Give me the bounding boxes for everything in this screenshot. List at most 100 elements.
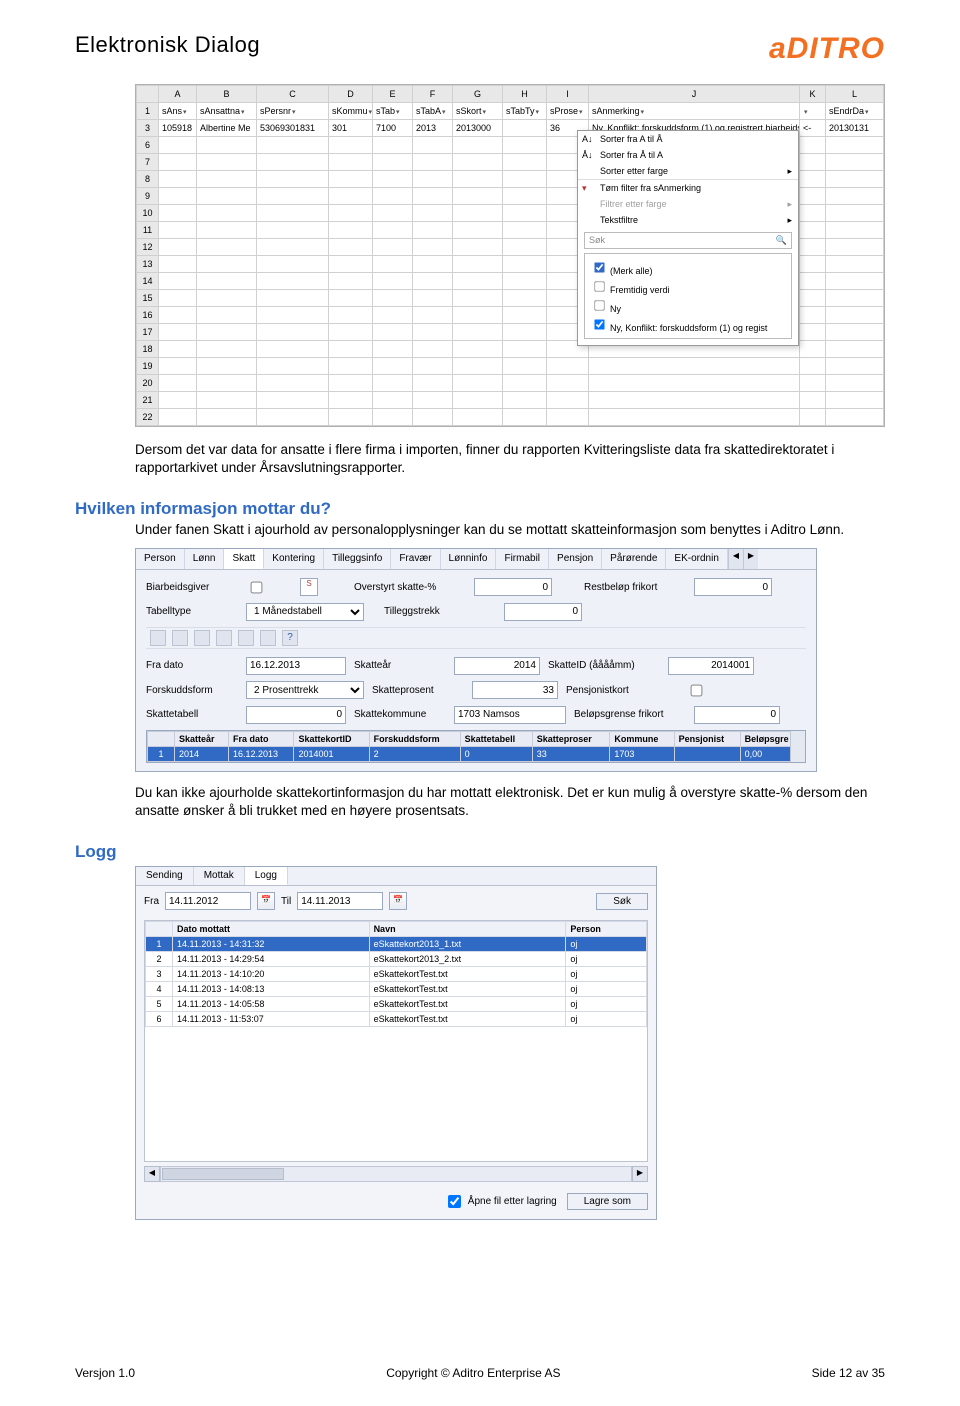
lbl-rest: Restbeløp frikort xyxy=(584,582,686,593)
logg-row[interactable]: 214.11.2013 - 14:29:54eSkattekort2013_2.… xyxy=(146,952,647,967)
tool-icon-5[interactable] xyxy=(238,630,254,646)
tool-icon-2[interactable] xyxy=(172,630,188,646)
check-fremtidig[interactable]: Fremtidig verdi xyxy=(589,277,787,296)
lbl-pensjonist: Pensjonistkort xyxy=(566,685,678,696)
tool-icon-3[interactable] xyxy=(194,630,210,646)
filter-sKommu[interactable]: sKommu xyxy=(329,103,373,120)
skatt-toolbar: ? xyxy=(146,627,806,649)
search-button[interactable]: Søk xyxy=(596,893,648,910)
inp-skatteprosent[interactable] xyxy=(472,681,558,699)
filter-checklist: (Merk alle) Fremtidig verdi Ny Ny, Konfl… xyxy=(584,253,792,339)
inp-skatteid[interactable] xyxy=(668,657,754,675)
filter-col-k[interactable] xyxy=(800,103,826,120)
tool-icon-4[interactable] xyxy=(216,630,232,646)
filter-sEndrDa[interactable]: sEndrDa xyxy=(826,103,884,120)
lbl-skatteid: SkatteID (ååååmm) xyxy=(548,660,660,671)
grid-scrollbar[interactable] xyxy=(790,731,805,762)
inp-overstyrt[interactable] xyxy=(474,578,552,596)
heading-hvilken: Hvilken informasjon mottar du? xyxy=(75,499,885,519)
tab-lonn[interactable]: Lønn xyxy=(185,549,225,569)
lbl-tabelltype: Tabelltype xyxy=(146,606,238,617)
filter-sProse[interactable]: sProse xyxy=(547,103,589,120)
logg-row[interactable]: 414.11.2013 - 14:08:13eSkattekortTest.tx… xyxy=(146,982,647,997)
tabs-prev-icon[interactable]: ◀ xyxy=(728,549,743,569)
calendar-icon[interactable]: 📅 xyxy=(389,892,407,910)
lbl-logg-til: Til xyxy=(281,896,291,907)
tab-skatt[interactable]: Skatt xyxy=(224,549,264,569)
calendar-icon[interactable]: 📅 xyxy=(257,892,275,910)
filter-sTabTy[interactable]: sTabTy xyxy=(503,103,547,120)
filter-sSkort[interactable]: sSkort xyxy=(453,103,503,120)
logg-row[interactable]: 114.11.2013 - 14:31:32eSkattekort2013_1.… xyxy=(146,937,647,952)
inp-logg-til[interactable] xyxy=(297,892,383,910)
tool-icon-help[interactable]: ? xyxy=(282,630,298,646)
tab-kontering[interactable]: Kontering xyxy=(264,549,324,569)
inp-skattetabell[interactable] xyxy=(246,706,346,724)
scroll-track[interactable] xyxy=(160,1166,632,1182)
tab-lonninfo[interactable]: Lønninfo xyxy=(441,549,497,569)
scroll-thumb[interactable] xyxy=(162,1168,284,1180)
filter-sAnsattna[interactable]: sAnsattna xyxy=(197,103,257,120)
footer-page-number: Side 12 av 35 xyxy=(812,1366,885,1380)
tab-pensjon[interactable]: Pensjon xyxy=(549,549,602,569)
tab-ekordning[interactable]: EK-ordnin xyxy=(666,549,727,569)
lbl-skattear: Skatteår xyxy=(354,660,446,671)
page-footer: Versjon 1.0 Copyright © Aditro Enterpris… xyxy=(75,1366,885,1380)
tabs-next-icon[interactable]: ▶ xyxy=(743,549,758,569)
tool-icon-1[interactable] xyxy=(150,630,166,646)
excel-screenshot: ABC DEF GHI JKL 1 sAns sAnsattna sPersnr… xyxy=(135,84,885,427)
logg-screenshot: Sending Mottak Logg Fra 📅 Til 📅 Søk Dato… xyxy=(135,866,657,1220)
lbl-overstyrt: Overstyrt skatte-% xyxy=(354,582,466,593)
logg-row[interactable]: 514.11.2013 - 14:05:58eSkattekortTest.tx… xyxy=(146,997,647,1012)
tab-fravaer[interactable]: Fravær xyxy=(391,549,440,569)
inp-skattear[interactable] xyxy=(454,657,540,675)
inp-tillegg[interactable] xyxy=(504,603,582,621)
tool-icon-6[interactable] xyxy=(260,630,276,646)
inp-fra[interactable] xyxy=(246,657,346,675)
tab-tilleggsinfo[interactable]: Tilleggsinfo xyxy=(324,549,391,569)
inp-skattekommune[interactable] xyxy=(454,706,566,724)
logg-row[interactable]: 314.11.2013 - 14:10:20eSkattekortTest.tx… xyxy=(146,967,647,982)
logo: aDITRO xyxy=(769,32,885,66)
page-title: Elektronisk Dialog xyxy=(75,32,260,58)
check-all[interactable]: (Merk alle) xyxy=(589,258,787,277)
excel-col-headers: ABC DEF GHI JKL xyxy=(137,86,884,103)
tab-mottak[interactable]: Mottak xyxy=(194,867,245,885)
sel-tabelltype[interactable]: 1 Månedstabell xyxy=(246,603,364,621)
save-as-button[interactable]: Lagre som xyxy=(567,1193,648,1210)
filter-sAnmerking[interactable]: sAnmerking xyxy=(589,103,800,120)
sort-az[interactable]: A↓Sorter fra A til Å xyxy=(578,131,798,147)
logg-row[interactable]: 614.11.2013 - 11:53:07eSkattekortTest.tx… xyxy=(146,1012,647,1027)
chk-open-after-save[interactable]: Åpne fil etter lagring xyxy=(444,1192,557,1211)
clear-filter[interactable]: ▾Tøm filter fra sAnmerking xyxy=(578,179,798,196)
skatt-form-screenshot: Person Lønn Skatt Kontering Tilleggsinfo… xyxy=(135,548,817,772)
scroll-left-icon[interactable]: ◀ xyxy=(144,1166,160,1182)
tab-sending[interactable]: Sending xyxy=(136,867,194,885)
grid-row[interactable]: 12014 16.12.20132014001 20 331703 0,00 xyxy=(148,746,805,761)
inp-rest[interactable] xyxy=(694,578,772,596)
tab-firmabil[interactable]: Firmabil xyxy=(496,549,549,569)
filter-dropdown-menu: A↓Sorter fra A til Å Å↓Sorter fra Å til … xyxy=(577,130,799,346)
sort-color[interactable]: Sorter etter farge▸ xyxy=(578,163,798,179)
check-ny[interactable]: Ny xyxy=(589,296,787,315)
filter-sAns[interactable]: sAns xyxy=(159,103,197,120)
tab-person[interactable]: Person xyxy=(136,549,185,569)
chk-pensjonist[interactable] xyxy=(691,684,703,696)
inp-logg-fra[interactable] xyxy=(165,892,251,910)
sel-forskudd[interactable]: 2 Prosenttrekk xyxy=(246,681,364,699)
lbl-logg-fra: Fra xyxy=(144,896,159,907)
tab-logg[interactable]: Logg xyxy=(245,867,288,885)
filter-search[interactable]: Søk🔍 xyxy=(584,232,792,249)
tab-parorende[interactable]: Pårørende xyxy=(602,549,666,569)
sort-za[interactable]: Å↓Sorter fra Å til A xyxy=(578,147,798,163)
chk-biarbeidsgiver[interactable] xyxy=(251,581,263,593)
text-filters[interactable]: Tekstfiltre▸ xyxy=(578,212,798,228)
lbl-biarbeidsgiver: Biarbeidsgiver xyxy=(146,582,238,593)
filter-sTabA[interactable]: sTabA xyxy=(413,103,453,120)
lbl-belop: Beløpsgrense frikort xyxy=(574,709,686,720)
filter-sTab[interactable]: sTab xyxy=(373,103,413,120)
scroll-right-icon[interactable]: ▶ xyxy=(632,1166,648,1182)
filter-sPersnr[interactable]: sPersnr xyxy=(257,103,329,120)
check-ny-konflikt[interactable]: Ny, Konflikt: forskuddsform (1) og regis… xyxy=(589,315,787,334)
inp-belop[interactable] xyxy=(694,706,780,724)
